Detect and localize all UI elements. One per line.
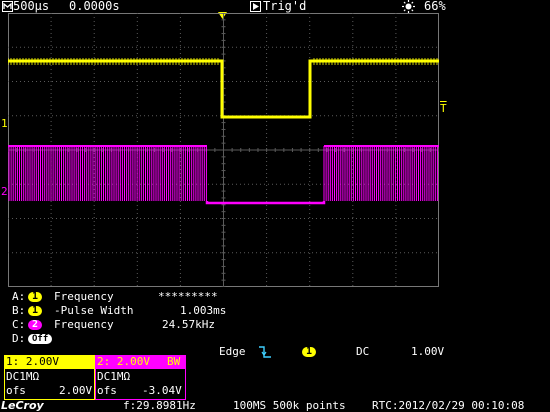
trigger-level-marker[interactable]: T: [440, 97, 447, 116]
ch2-pulse-train: [8, 146, 438, 201]
measurement-row-a[interactable]: A: 1 Frequency *********: [12, 290, 272, 304]
measurement-row-d[interactable]: D: Off: [12, 332, 272, 346]
measurement-value: *********: [158, 290, 218, 303]
measurement-row-b[interactable]: B: 1 -Pulse Width 1.003ms: [12, 304, 272, 318]
timebase[interactable]: 500µs: [13, 0, 49, 13]
measurement-slot: A:: [12, 290, 26, 303]
measurement-channel-badge: 1: [28, 306, 43, 316]
ch1-settings: DC1MΩ ofs 2.00V: [4, 369, 95, 400]
falling-edge-icon: [259, 346, 271, 358]
ch2-scale: 2: 2.00V: [97, 355, 150, 368]
ch2-scale-bar: 2: 2.00V BW: [95, 355, 186, 369]
measurement-channel-badge: Off: [28, 334, 53, 344]
measurement-channel-badge: 1: [28, 292, 43, 302]
trigger-source-badge: 1: [302, 347, 317, 357]
waveform-area: [8, 58, 439, 205]
trigger-level-label: T: [440, 102, 447, 115]
trigger-status[interactable]: Trig'd: [263, 0, 306, 13]
ch2-settings: DC1MΩ ofs -3.04V: [95, 369, 186, 400]
clock-icon: [2, 1, 13, 12]
top-status-bar: 500µs 0.0000s Trig'd 66%: [0, 0, 550, 13]
brightness-icon[interactable]: [402, 0, 415, 13]
ch2-offset-label: ofs: [97, 384, 117, 397]
measurement-name: -Pulse Width: [54, 304, 134, 317]
measurement-value: 24.57kHz: [162, 318, 215, 331]
ch1-ground-marker[interactable]: 1: [1, 118, 8, 129]
run-play-icon[interactable]: [250, 1, 261, 12]
trigger-info[interactable]: Edge 1 DC 1.00V: [215, 345, 455, 359]
brightness-value[interactable]: 66%: [424, 0, 446, 13]
measurement-name: Frequency: [54, 290, 114, 303]
ch2-panel[interactable]: 2: 2.00V BW DC1MΩ ofs -3.04V: [95, 355, 186, 400]
ch1-offset-label: ofs: [6, 384, 26, 397]
measurement-slot: C:: [12, 318, 26, 331]
brand-logo: LeCroy: [1, 399, 44, 412]
ch2-ground-marker[interactable]: 2: [1, 186, 8, 197]
measurement-slot: B:: [12, 304, 26, 317]
ch2-bw-indicator: BW: [167, 355, 181, 368]
ch1-offset: 2.00V: [59, 384, 93, 397]
bottom-status-bar: LeCroy f:29.8981Hz 100MS 500k points RTC…: [0, 399, 550, 412]
measurements-panel: A: 1 Frequency ********* B: 1 -Pulse Wid…: [12, 290, 272, 346]
measurement-slot: D:: [12, 332, 26, 345]
trigger-coupling: DC: [356, 345, 370, 358]
trigger-level: 1.00V: [411, 345, 445, 358]
ch1-scale: 1: 2.00V: [6, 355, 59, 368]
measurement-name: Frequency: [54, 318, 114, 331]
ch2-trace-low: [205, 201, 326, 205]
delay[interactable]: 0.0000s: [69, 0, 120, 13]
graticule[interactable]: [8, 13, 439, 287]
ch1-panel[interactable]: 1: 2.00V DC1MΩ ofs 2.00V: [4, 355, 95, 400]
ch2-coupling: DC1MΩ: [97, 370, 131, 383]
measurement-row-c[interactable]: C: 2 Frequency 24.57kHz: [12, 318, 272, 332]
trigger-frequency: f:29.8981Hz: [123, 399, 196, 412]
sampling-info: 100MS 500k points: [233, 399, 346, 412]
ch1-trace: [8, 59, 439, 119]
ch2-offset: -3.04V: [142, 384, 182, 397]
real-time-clock: RTC:2012/02/29 00:10:08: [372, 399, 525, 412]
trigger-type: Edge: [219, 345, 246, 358]
measurement-value: 1.003ms: [180, 304, 227, 317]
measurement-channel-badge: 2: [28, 320, 43, 330]
ch1-scale-bar: 1: 2.00V: [4, 355, 95, 369]
ch1-coupling: DC1MΩ: [6, 370, 40, 383]
